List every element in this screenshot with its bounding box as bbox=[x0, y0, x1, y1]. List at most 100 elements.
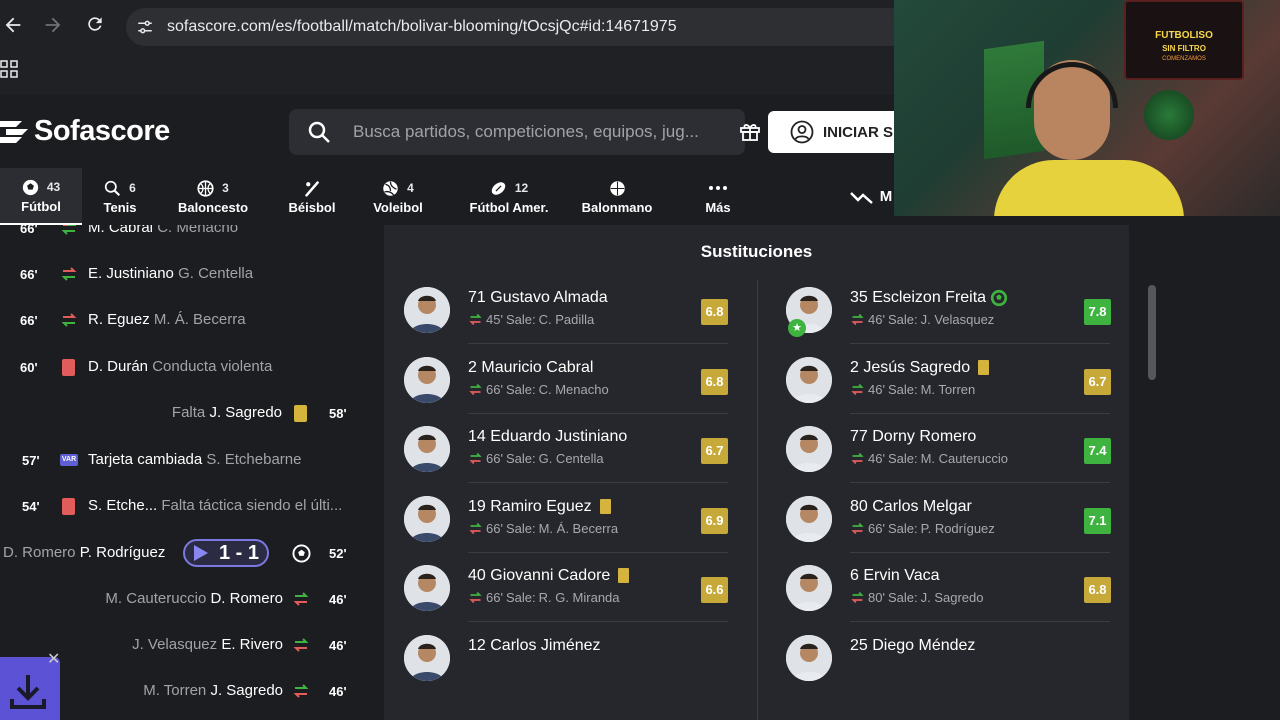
event-row[interactable]: Falta J. Sagredo 58' bbox=[0, 404, 372, 424]
close-icon[interactable]: ✕ bbox=[47, 649, 60, 669]
player-avatar bbox=[786, 634, 832, 681]
search-input[interactable]: Busca partidos, competiciones, equipos, … bbox=[289, 109, 745, 155]
player-avatar bbox=[404, 426, 450, 472]
event-row[interactable]: M. Cauteruccio D. Romero 46' bbox=[0, 590, 372, 610]
tab-baseball[interactable]: Béisbol bbox=[276, 168, 348, 225]
player-rating: 7.4 bbox=[1084, 438, 1111, 464]
sub-out-label: Sale: bbox=[505, 312, 536, 327]
tab-football[interactable]: 43 Fútbol bbox=[0, 168, 82, 225]
event-row[interactable]: 57' VAR Tarjeta cambiada S. Etchebarne bbox=[0, 451, 372, 471]
forward-arrow-icon bbox=[45, 17, 61, 33]
substitution-detail: 66' Sale: G. Centella bbox=[468, 451, 604, 466]
row-separator bbox=[850, 412, 1110, 414]
sub-player-out: C. Padilla bbox=[538, 312, 595, 327]
event-player-out: J. Velasquez bbox=[132, 636, 218, 653]
sub-player-out: C. Menacho bbox=[538, 381, 609, 397]
player-name: 40 Giovanni Cadore bbox=[468, 567, 630, 585]
tab-label: M bbox=[879, 188, 893, 205]
tab-american-football[interactable]: 12 Fútbol Amer. bbox=[454, 168, 564, 225]
substitute-row[interactable]: 80 Carlos Melgar 66' Sale: P. Rodríguez 7.… bbox=[786, 495, 1112, 566]
player-name: 80 Carlos Melgar bbox=[850, 497, 972, 515]
event-row[interactable]: 54' S. Etche... Falta táctica siendo el … bbox=[0, 497, 372, 517]
substitution-detail: 66' Sale: P. Rodríguez bbox=[850, 521, 995, 536]
substitute-row[interactable]: 25 Diego Méndez bbox=[786, 634, 1112, 705]
scrollbar[interactable] bbox=[1145, 225, 1159, 720]
login-label: INICIAR S bbox=[823, 123, 894, 141]
score-pill[interactable]: 1 - 1 bbox=[183, 539, 270, 567]
apps-grid-icon[interactable] bbox=[0, 60, 18, 78]
substitute-row[interactable]: 12 Carlos Jiménez bbox=[404, 634, 730, 705]
substitute-row[interactable]: ★ 35 Escleizon Freita 46' Sale: J. Velasqu… bbox=[786, 287, 1112, 357]
substitute-row[interactable]: 6 Ervin Vaca 80' Sale: J. Sagredo 6.8 bbox=[786, 565, 1112, 635]
substitution-detail: 80' Sale: J. Sagredo bbox=[850, 590, 983, 605]
gift-icon[interactable] bbox=[738, 119, 762, 143]
event-minute: 46' bbox=[329, 638, 347, 653]
event-player: S. Etche... bbox=[88, 497, 158, 514]
tab-label: Tenis bbox=[103, 200, 137, 215]
sofascore-logo[interactable]: Sofascore bbox=[0, 115, 170, 147]
tab-tennis[interactable]: 6 Tenis bbox=[84, 168, 156, 225]
event-minute: 66' bbox=[20, 225, 38, 236]
substitution-icon bbox=[292, 636, 310, 654]
more-icon bbox=[709, 186, 727, 190]
sub-minute: 45' bbox=[486, 312, 503, 327]
event-reason: Conducta violenta bbox=[152, 358, 273, 375]
substitute-row[interactable]: 77 Dorny Romero 46' Sale: M. Cauteruccio 7… bbox=[786, 426, 1112, 496]
event-row[interactable]: 66' M. Cabral C. Menacho bbox=[0, 225, 372, 239]
event-row[interactable]: 66' E. Justiniano G. Centella bbox=[0, 265, 372, 285]
back-button[interactable] bbox=[0, 14, 26, 40]
event-player-in: E. Justiniano bbox=[88, 265, 174, 282]
reload-button[interactable] bbox=[82, 14, 108, 40]
substitutions-panel: Sustituciones 71 Gustavo Almada 45' Sale:… bbox=[384, 225, 1129, 720]
tab-trending[interactable]: M bbox=[846, 168, 896, 225]
tab-more[interactable]: Más bbox=[690, 168, 746, 225]
substitute-row[interactable]: 2 Jesús Sagredo 46' Sale: M. Torren 6.7 bbox=[786, 356, 1112, 427]
substitution-icon bbox=[469, 522, 482, 534]
event-row[interactable]: 60' D. Durán Conducta violenta bbox=[0, 358, 372, 378]
row-separator bbox=[468, 343, 728, 344]
substitute-row[interactable]: 71 Gustavo Almada 45' Sale: C. Padilla 6.8 bbox=[404, 287, 730, 357]
sub-player-out: J. Velasquez bbox=[920, 312, 995, 327]
substitute-row[interactable]: 14 Eduardo Justiniano 66' Sale: G. Centel… bbox=[404, 426, 730, 496]
event-minute: 66' bbox=[20, 267, 38, 282]
player-avatar bbox=[404, 356, 450, 403]
event-player-in: D. Romero bbox=[210, 590, 283, 607]
address-bar[interactable]: sofascore.com/es/football/match/bolivar-… bbox=[126, 8, 926, 46]
sofascore-logo-icon bbox=[0, 121, 28, 143]
forward-button[interactable] bbox=[40, 14, 66, 40]
tab-handball[interactable]: Balonmano bbox=[574, 168, 660, 225]
scrollbar-thumb[interactable] bbox=[1148, 285, 1156, 380]
yellow-card-icon bbox=[599, 498, 611, 514]
event-reason: Falta bbox=[171, 404, 206, 421]
substitution-icon bbox=[469, 383, 482, 395]
red-card-icon bbox=[62, 359, 75, 376]
substitute-row[interactable]: 40 Giovanni Cadore 66' Sale: R. G. Mirand… bbox=[404, 565, 730, 635]
player-name: 2 Mauricio Cabral bbox=[468, 358, 594, 376]
player-name: 12 Carlos Jiménez bbox=[468, 636, 601, 654]
row-separator bbox=[468, 412, 728, 414]
substitution-icon bbox=[851, 591, 864, 604]
tab-count: 12 bbox=[514, 181, 529, 195]
substitution-icon bbox=[60, 225, 78, 237]
substitution-icon bbox=[851, 452, 864, 465]
player-rating: 6.8 bbox=[701, 368, 728, 395]
event-row[interactable]: 66' R. Eguez M. Á. Becerra bbox=[0, 311, 372, 331]
substitute-row[interactable]: 19 Ramiro Eguez 66' Sale: M. Á. Becerra 6.… bbox=[404, 495, 730, 566]
event-player: J. Sagredo bbox=[209, 404, 282, 421]
sub-player-out: P. Rodríguez bbox=[920, 520, 995, 536]
substitution-detail: 66' Sale: C. Menacho bbox=[468, 382, 609, 397]
tab-basketball[interactable]: 3 Baloncesto bbox=[166, 168, 260, 225]
site-info-icon[interactable] bbox=[136, 18, 154, 36]
tab-volleyball[interactable]: 4 Voleibol bbox=[364, 168, 432, 225]
play-icon bbox=[194, 545, 208, 561]
event-minute: 58' bbox=[329, 406, 347, 421]
substitute-row[interactable]: 2 Mauricio Cabral 66' Sale: C. Menacho 6.8 bbox=[404, 356, 730, 427]
goal-ball-icon bbox=[292, 544, 311, 563]
row-separator bbox=[468, 482, 728, 483]
sub-player-out: G. Centella bbox=[538, 451, 604, 466]
sub-minute: 66' bbox=[486, 381, 503, 397]
baseball-icon bbox=[304, 180, 319, 197]
substitution-detail: 66' Sale: M. Á. Becerra bbox=[468, 521, 618, 536]
event-row-goal[interactable]: D. Romero P. Rodríguez 1 - 1 52' bbox=[0, 539, 372, 569]
substitution-icon bbox=[60, 311, 78, 329]
